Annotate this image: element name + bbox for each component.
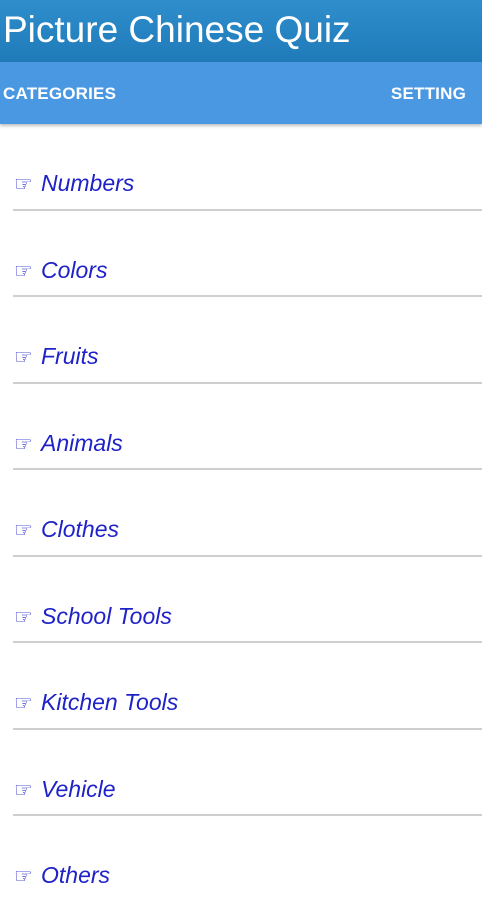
category-item-fruits[interactable]: ☞ Fruits — [0, 297, 482, 384]
pointing-hand-icon: ☞ — [14, 605, 33, 629]
category-label: Colors — [41, 256, 108, 283]
tab-categories[interactable]: CATEGORIES — [3, 62, 116, 124]
category-item-colors[interactable]: ☞ Colors — [0, 211, 482, 297]
pointing-hand-icon: ☞ — [14, 692, 33, 715]
category-item-vehicle[interactable]: ☞ Vehicle — [0, 730, 482, 816]
app-bar: Picture Chinese Quiz — [0, 0, 482, 62]
category-label: School Tools — [41, 602, 172, 629]
category-label: Animals — [41, 429, 123, 456]
category-item-school-tools[interactable]: ☞ School Tools — [0, 557, 482, 643]
pointing-hand-icon: ☞ — [14, 173, 33, 196]
category-label: Clothes — [41, 516, 119, 542]
pointing-hand-icon: ☞ — [14, 432, 33, 456]
category-item-others[interactable]: ☞ Others — [0, 816, 482, 903]
category-item-kitchen-tools[interactable]: ☞ Kitchen Tools — [0, 643, 482, 730]
tab-bar: CATEGORIES SETTING — [0, 62, 482, 124]
category-item-animals[interactable]: ☞ Animals — [0, 384, 482, 470]
category-label: Numbers — [41, 170, 135, 196]
tab-setting[interactable]: SETTING — [391, 62, 466, 124]
category-label: Others — [41, 862, 111, 888]
category-label: Vehicle — [41, 775, 116, 802]
pointing-hand-icon: ☞ — [14, 259, 33, 283]
category-item-numbers[interactable]: ☞ Numbers — [0, 124, 482, 211]
pointing-hand-icon: ☞ — [14, 778, 33, 802]
pointing-hand-icon: ☞ — [14, 519, 33, 542]
pointing-hand-icon: ☞ — [14, 865, 33, 888]
category-label: Kitchen Tools — [41, 689, 179, 715]
category-list: ☞ Numbers ☞ Colors ☞ Fruits ☞ Animals ☞ Cloth… — [0, 124, 482, 903]
category-item-clothes[interactable]: ☞ Clothes — [0, 470, 482, 557]
app-title: Picture Chinese Quiz — [3, 9, 351, 50]
category-label: Fruits — [41, 343, 99, 369]
pointing-hand-icon: ☞ — [14, 346, 33, 369]
